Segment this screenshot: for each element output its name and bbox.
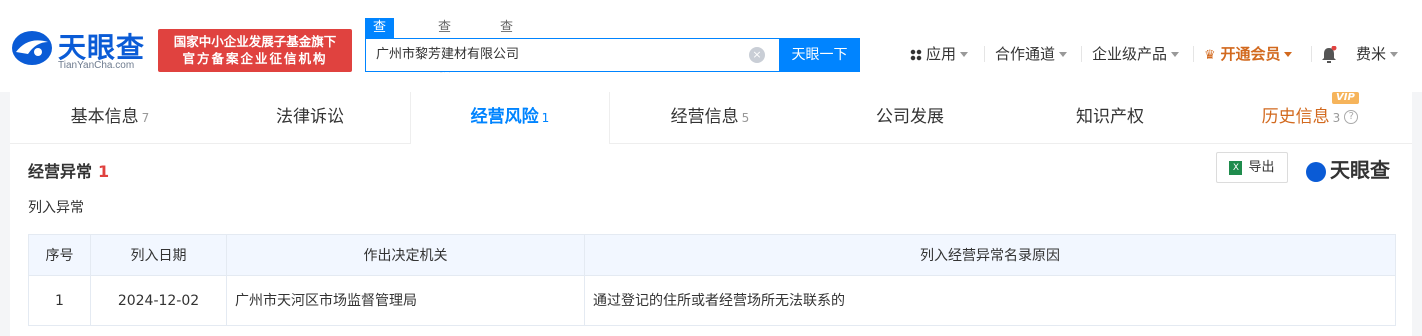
section-title: 经营异常 1 xyxy=(28,158,109,182)
tab-label: 经营风险 xyxy=(470,107,539,127)
nav-vip[interactable]: ♛ 开通会员 xyxy=(1204,44,1293,64)
vip-badge: VIP xyxy=(1332,92,1359,104)
tab-business-info[interactable]: 经营信息 5 xyxy=(610,92,810,144)
search-button[interactable]: 天眼一下 xyxy=(779,38,860,72)
export-label: 导出 xyxy=(1248,160,1275,175)
tab-label: 公司发展 xyxy=(876,107,944,127)
tab-basic-info[interactable]: 基本信息 7 xyxy=(10,92,210,144)
chevron-down-icon xyxy=(1059,52,1068,57)
tab-count: 7 xyxy=(141,111,150,125)
tianyancha-logo[interactable]: 天眼查 TianYanCha.com xyxy=(10,20,150,72)
tab-business-risk[interactable]: 经营风险 1 xyxy=(410,92,610,144)
tab-ip[interactable]: 知识产权 xyxy=(1010,92,1210,144)
col-header-index: 序号 xyxy=(28,234,91,276)
nav-divider xyxy=(984,46,985,62)
tab-count: 1 xyxy=(541,111,550,125)
col-header-reason: 列入经营异常名录原因 xyxy=(584,234,1396,276)
notification-bell[interactable] xyxy=(1321,44,1337,64)
clear-icon[interactable]: × xyxy=(749,47,765,63)
bell-icon xyxy=(1322,45,1337,63)
col-header-authority: 作出决定机关 xyxy=(226,234,585,276)
badge-line-1: 国家中小企业发展子基金旗下 xyxy=(173,34,337,49)
chevron-down-icon xyxy=(1284,52,1293,57)
search-input[interactable]: 广州市黎芳建材有限公司 × xyxy=(365,38,780,72)
tab-label: 经营信息 xyxy=(670,107,739,127)
chevron-down-icon xyxy=(960,52,969,57)
tab-count: 5 xyxy=(741,111,750,125)
badge-line-2: 官方备案企业征信机构 xyxy=(182,51,328,66)
logo-eye-icon xyxy=(1306,161,1326,182)
nav-vip-label: 开通会员 xyxy=(1220,45,1281,63)
search-tab-boss[interactable]: 查老板 xyxy=(438,18,451,75)
tab-count: 3 xyxy=(1332,111,1341,125)
col-header-date: 列入日期 xyxy=(90,234,227,276)
official-badge: 国家中小企业发展子基金旗下 官方备案企业征信机构 xyxy=(158,29,352,72)
brand-text: 天眼查 xyxy=(1330,158,1390,182)
brand-watermark: 天眼查 xyxy=(1306,154,1390,183)
crown-icon: ♛ xyxy=(1204,48,1216,63)
nav-partners-label: 合作通道 xyxy=(995,45,1056,63)
export-button[interactable]: X 导出 xyxy=(1216,152,1288,183)
abnormal-table: 序号 列入日期 作出决定机关 列入经营异常名录原因 1 2024-12-02 广… xyxy=(28,234,1396,326)
nav-divider xyxy=(1193,46,1194,62)
abnormal-operation-section: 经营异常 1 X 导出 天眼查 列入异常 序号 列入日期 作出决定机关 列入经营异常… xyxy=(10,144,1412,336)
tab-development[interactable]: 公司发展 xyxy=(810,92,1010,144)
logo-eye-icon xyxy=(12,31,52,65)
nav-apps[interactable]: 应用 xyxy=(910,44,969,64)
tab-label: 知识产权 xyxy=(1076,107,1144,127)
cell-reason: 通过登记的住所或者经营场所无法联系的 xyxy=(584,275,1396,326)
cell-date: 2024-12-02 xyxy=(90,275,227,326)
nav-divider xyxy=(1311,46,1312,62)
tab-legal[interactable]: 法律诉讼 xyxy=(210,92,410,144)
user-menu[interactable]: 费米 xyxy=(1356,44,1399,64)
tab-history[interactable]: VIP 历史信息 3? xyxy=(1210,92,1410,144)
nav-divider xyxy=(1081,46,1082,62)
nav-apps-label: 应用 xyxy=(926,45,957,63)
top-header: 天眼查 TianYanCha.com 国家中小企业发展子基金旗下 官方备案企业征… xyxy=(0,0,1422,92)
search-tab-company[interactable]: 查公司 xyxy=(365,18,395,75)
section-title-label: 经营异常 xyxy=(28,162,93,181)
subsection-title: 列入异常 xyxy=(28,200,84,216)
section-count: 1 xyxy=(98,162,110,181)
chevron-down-icon xyxy=(1390,52,1399,57)
apps-grid-icon xyxy=(910,48,922,61)
nav-enterprise-label: 企业级产品 xyxy=(1092,45,1168,63)
cell-index: 1 xyxy=(28,275,91,326)
logo-domain: TianYanCha.com xyxy=(58,60,135,71)
search-tab-relation[interactable]: 查关系 xyxy=(500,18,513,75)
tab-label: 基本信息 xyxy=(70,107,139,127)
user-name: 费米 xyxy=(1356,45,1387,63)
table-header-row: 序号 列入日期 作出决定机关 列入经营异常名录原因 xyxy=(28,234,1396,276)
tab-label: 历史信息 xyxy=(1261,107,1330,127)
tab-label: 法律诉讼 xyxy=(276,107,344,127)
detail-tabs: 基本信息 7 法律诉讼 经营风险 1 经营信息 5 公司发展 知识产权 VIP 历史信… xyxy=(10,92,1412,144)
help-icon[interactable]: ? xyxy=(1344,110,1359,124)
excel-icon: X xyxy=(1229,160,1243,175)
cell-authority: 广州市天河区市场监督管理局 xyxy=(226,275,585,326)
chevron-down-icon xyxy=(1171,52,1180,57)
nav-partners[interactable]: 合作通道 xyxy=(995,44,1068,64)
table-row: 1 2024-12-02 广州市天河区市场监督管理局 通过登记的住所或者经营场所… xyxy=(28,275,1396,326)
search-input-value: 广州市黎芳建材有限公司 xyxy=(376,47,520,62)
nav-enterprise[interactable]: 企业级产品 xyxy=(1092,44,1180,64)
